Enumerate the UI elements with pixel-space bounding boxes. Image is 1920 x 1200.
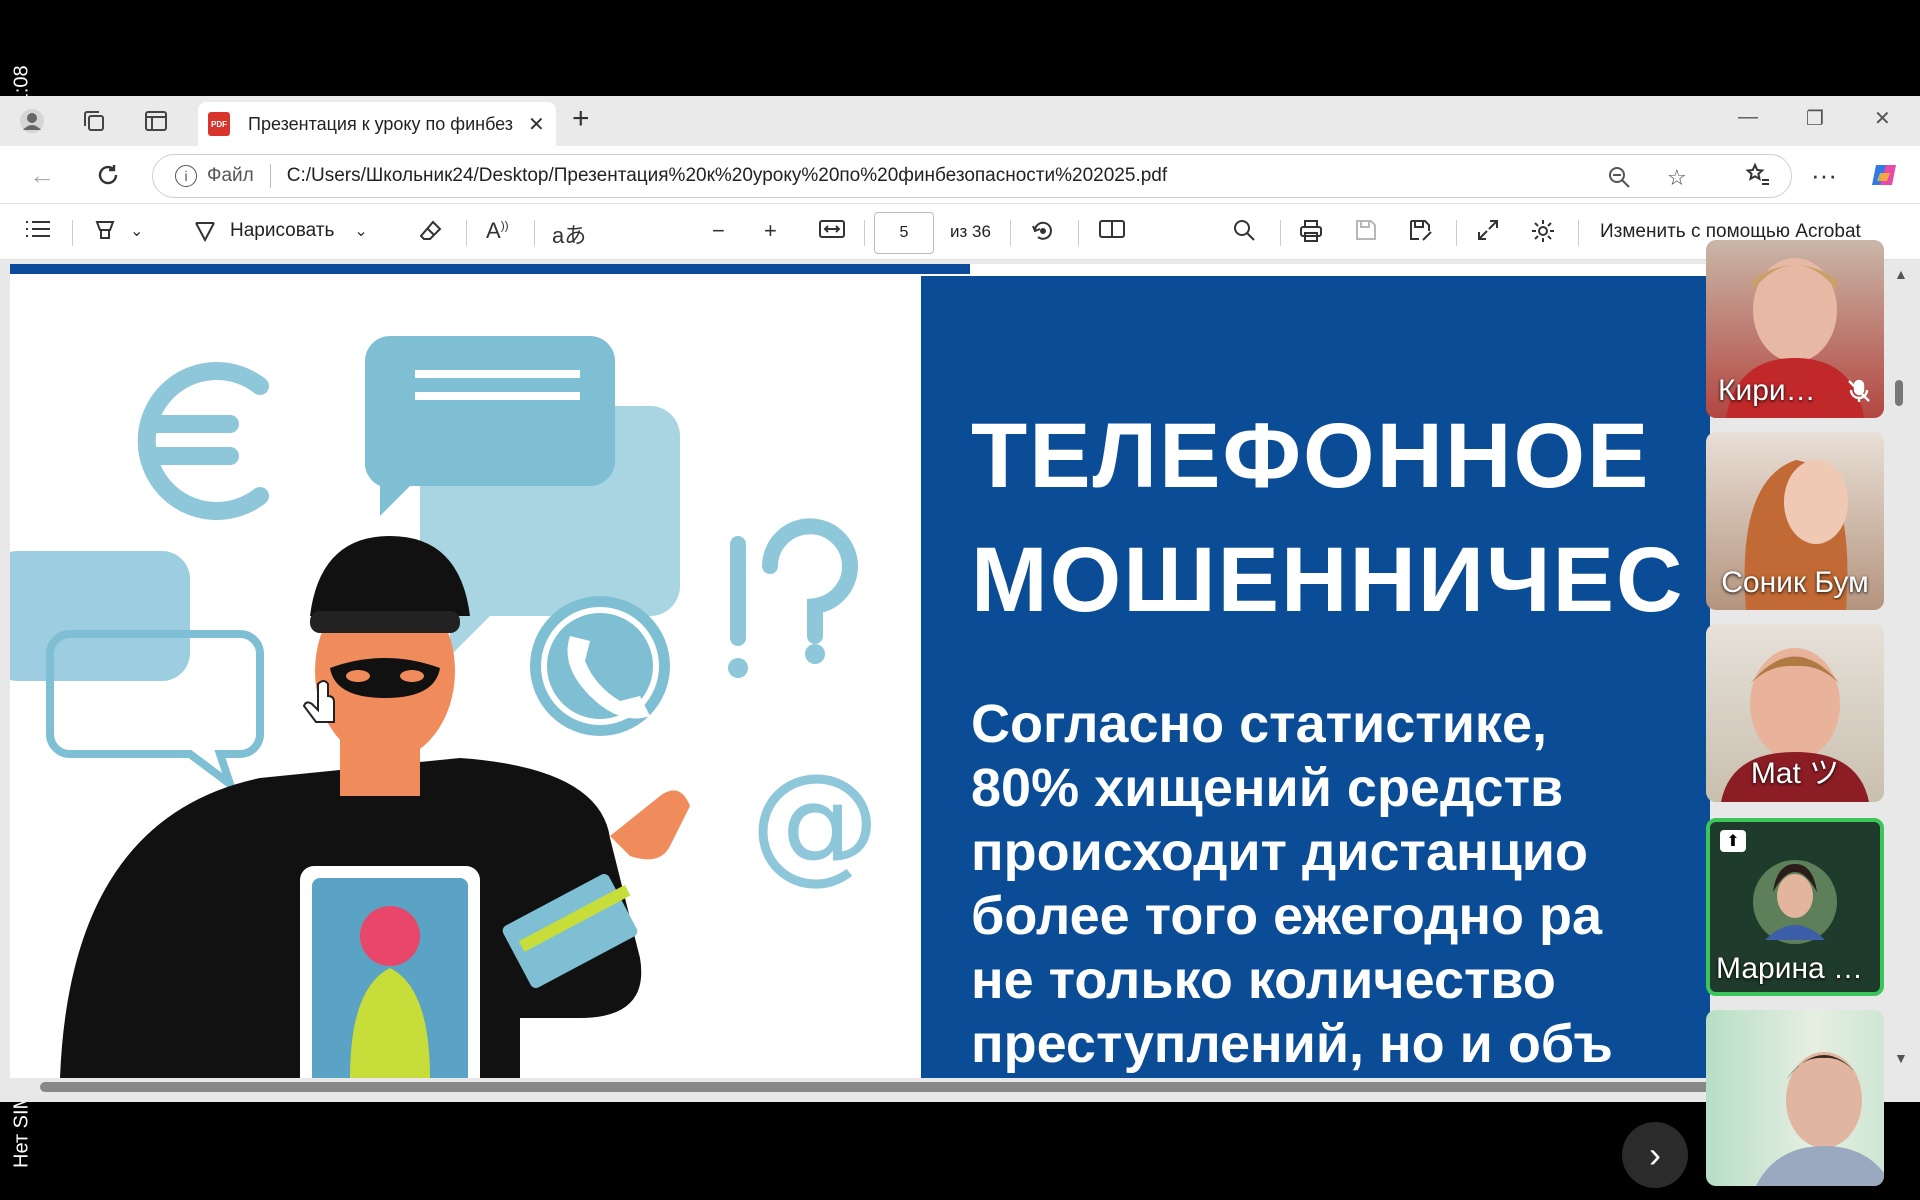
copilot-icon[interactable] bbox=[1866, 158, 1902, 192]
phone-call-icon bbox=[530, 596, 670, 736]
fit-width-icon[interactable] bbox=[818, 218, 846, 240]
favorites-icon[interactable] bbox=[1740, 158, 1776, 192]
svg-text:@: @ bbox=[750, 745, 880, 897]
slide-body-line: Согласно статистике, bbox=[971, 694, 1547, 754]
page-number-input[interactable]: 5 bbox=[874, 212, 934, 254]
address-separator bbox=[269, 164, 271, 188]
chevron-down-icon[interactable]: ⌄ bbox=[130, 221, 143, 241]
slide-progress-bar bbox=[10, 264, 970, 274]
tab-actions-icon[interactable] bbox=[140, 106, 172, 136]
euro-icon bbox=[137, 362, 269, 520]
restore-icon[interactable]: ❐ bbox=[1806, 106, 1824, 131]
participant-name: Марина … bbox=[1716, 952, 1864, 985]
scroll-up-icon[interactable]: ▲ bbox=[1894, 266, 1908, 282]
slide-body-line: более того ежегодно ра bbox=[971, 886, 1603, 946]
save-as-icon[interactable] bbox=[1408, 218, 1434, 244]
address-bar[interactable]: i Файл C:/Users/Школьник24/Desktop/Презе… bbox=[152, 154, 1792, 198]
draw-tool[interactable]: Нарисовать ⌄ bbox=[192, 218, 368, 244]
contents-list-icon[interactable] bbox=[24, 218, 52, 240]
address-file-label: Файл bbox=[207, 165, 254, 186]
chevron-down-icon[interactable]: ⌄ bbox=[354, 221, 367, 241]
toolbar-divider bbox=[864, 220, 865, 246]
minimize-icon[interactable]: — bbox=[1738, 106, 1758, 129]
toolbar-divider bbox=[466, 220, 467, 246]
back-icon[interactable]: ← bbox=[24, 158, 60, 192]
window-close-icon[interactable]: ✕ bbox=[1874, 106, 1891, 131]
zoom-out-icon[interactable] bbox=[1607, 165, 1631, 195]
read-aloud-icon[interactable]: A)) bbox=[486, 218, 509, 244]
participant-tile[interactable]: Кири… bbox=[1706, 240, 1884, 418]
page-total: из 36 bbox=[950, 222, 991, 241]
toolbar-divider bbox=[1456, 220, 1457, 246]
slide-text-panel: ТЕЛЕФОННОЕ МОШЕННИЧЕС Согласно статистик… bbox=[921, 276, 1710, 1078]
pdf-file-icon: PDF bbox=[208, 112, 230, 136]
toolbar-divider bbox=[1578, 220, 1579, 246]
tab-title: Презентация к уроку по финбез bbox=[248, 113, 514, 134]
fraud-illustration: @ bbox=[10, 276, 920, 1078]
slide-body-line: не только количество bbox=[971, 950, 1556, 1010]
pdf-page: @ ТЕЛЕФОННОЕ МОШЕННИЧЕС Согласно статист… bbox=[10, 264, 1710, 1078]
page-view-icon[interactable] bbox=[1098, 218, 1126, 240]
slide-body-line: происходит дистанцио bbox=[971, 822, 1588, 882]
eraser-icon[interactable] bbox=[418, 218, 444, 244]
vertical-scrollbar[interactable]: ▲ ▼ bbox=[1886, 260, 1912, 1080]
toolbar-divider bbox=[1078, 220, 1079, 246]
slide-body-line: 80% хищений средств bbox=[971, 758, 1564, 818]
browser-window: PDF Презентация к уроку по финбез ✕ + — … bbox=[0, 96, 1920, 1102]
participant-name: Mat ツ bbox=[1750, 757, 1840, 790]
tab-strip: PDF Презентация к уроку по финбез ✕ + — … bbox=[0, 96, 1920, 146]
screen: 11:08 Нет SIM PDF Презентация к уроку по… bbox=[0, 0, 1920, 1200]
save-icon[interactable] bbox=[1354, 218, 1378, 242]
favorite-star-icon[interactable]: ☆ bbox=[1667, 165, 1687, 191]
toolbar-divider bbox=[1280, 220, 1281, 246]
slide-title-line: ТЕЛЕФОННОЕ bbox=[971, 405, 1651, 507]
site-info-icon[interactable]: i bbox=[175, 165, 197, 187]
tab-active[interactable]: PDF Презентация к уроку по финбез ✕ bbox=[198, 102, 556, 146]
toolbar-divider bbox=[72, 220, 73, 246]
mic-muted-icon bbox=[1846, 378, 1874, 406]
zoom-out-button[interactable]: − bbox=[712, 218, 725, 244]
address-url[interactable]: C:/Users/Школьник24/Desktop/Презентация%… bbox=[287, 165, 1167, 187]
fullscreen-icon[interactable] bbox=[1476, 218, 1500, 242]
toolbar-divider bbox=[534, 220, 535, 246]
search-icon[interactable] bbox=[1232, 218, 1256, 242]
pdf-viewer: @ ТЕЛЕФОННОЕ МОШЕННИЧЕС Согласно статист… bbox=[0, 260, 1920, 1102]
slide-title: ТЕЛЕФОННОЕ МОШЕННИЧЕС bbox=[971, 394, 1684, 642]
collections-icon[interactable] bbox=[78, 106, 110, 136]
more-options-icon[interactable]: ··· bbox=[1806, 158, 1842, 192]
participant-tile[interactable]: Соник Бум bbox=[1706, 432, 1884, 610]
participant-tile-active[interactable]: ⬆ Марина … bbox=[1706, 818, 1884, 996]
at-sign-icon: @ bbox=[750, 745, 880, 897]
participant-tile[interactable] bbox=[1706, 1010, 1884, 1186]
participant-name: Соник Бум bbox=[1721, 566, 1869, 599]
settings-gear-icon[interactable] bbox=[1530, 218, 1556, 244]
translate-icon[interactable]: aあ bbox=[552, 218, 586, 250]
scroll-thumb[interactable] bbox=[1895, 380, 1903, 406]
navigation-bar: ← i Файл C:/Users/Школьник24/Desktop/Пре… bbox=[0, 146, 1920, 204]
new-tab-icon[interactable]: + bbox=[572, 102, 590, 136]
pdf-toolbar: ⌄ Нарисовать ⌄ A)) aあ − + 5 из 36 Измени… bbox=[0, 204, 1920, 260]
zoom-in-button[interactable]: + bbox=[764, 218, 777, 244]
slide-title-line: МОШЕННИЧЕС bbox=[971, 529, 1685, 631]
close-tab-icon[interactable]: ✕ bbox=[528, 112, 545, 137]
exclamation-question-icon bbox=[728, 518, 858, 678]
scroll-down-icon[interactable]: ▼ bbox=[1894, 1050, 1908, 1066]
participant-tile[interactable]: Mat ツ bbox=[1706, 624, 1884, 802]
print-icon[interactable] bbox=[1298, 218, 1324, 244]
toolbar-divider bbox=[1010, 220, 1011, 246]
slide-body-line: преступлений, но и объ bbox=[971, 1014, 1613, 1074]
profile-icon[interactable] bbox=[16, 106, 48, 136]
draw-label: Нарисовать bbox=[230, 220, 335, 241]
rotate-icon[interactable] bbox=[1030, 218, 1056, 244]
slide-body-text: Согласно статистике, 80% хищений средств… bbox=[971, 692, 1613, 1076]
horizontal-scrollbar[interactable] bbox=[40, 1082, 1720, 1092]
highlight-icon[interactable]: ⌄ bbox=[92, 218, 143, 244]
participant-video bbox=[1756, 1052, 1884, 1186]
next-page-chevron-icon[interactable]: › bbox=[1622, 1122, 1688, 1188]
refresh-icon[interactable] bbox=[90, 158, 126, 192]
